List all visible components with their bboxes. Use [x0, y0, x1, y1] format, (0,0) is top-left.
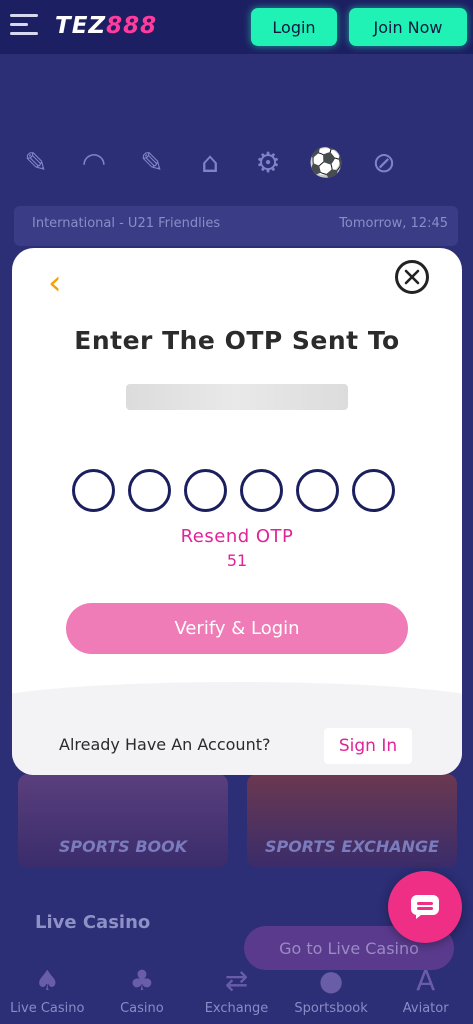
match-title: International - U21 Friendlies [32, 216, 221, 231]
login-button[interactable]: Login [251, 8, 337, 46]
hamburger-menu-icon[interactable] [10, 14, 40, 40]
otp-digit-2[interactable] [128, 469, 171, 512]
nav-live-casino[interactable]: ♠ Live Casino [0, 954, 95, 1024]
football-icon[interactable]: ⌂ [188, 140, 232, 184]
verify-login-button[interactable]: Verify & Login [66, 603, 408, 654]
match-card[interactable]: International - U21 Friendlies Tomorrow,… [14, 206, 458, 246]
exchange-icon: ⇄ [224, 964, 249, 997]
nav-sportsbook[interactable]: ● Sportsbook [284, 954, 379, 1024]
resend-otp-link[interactable]: Resend OTP [12, 526, 462, 547]
logo[interactable]: TEZ888 [55, 13, 157, 39]
cricket-icon[interactable]: ✎ [14, 140, 58, 184]
nav-label: Aviator [402, 1001, 449, 1016]
otp-modal: ‹ Enter The OTP Sent To Resend OTP 51 Ve… [12, 248, 462, 775]
nav-label: Sportsbook [294, 1001, 368, 1016]
already-account-text: Already Have An Account? [59, 735, 271, 754]
chips-icon: ♣ [129, 964, 155, 997]
sports-exchange-tile-label: SPORTS EXCHANGE [264, 837, 440, 856]
otp-digit-6[interactable] [352, 469, 395, 512]
cards-icon: ♠ [34, 964, 60, 997]
ball-icon: ● [318, 964, 344, 997]
logo-text-888: 888 [106, 13, 158, 39]
otp-digit-4[interactable] [240, 469, 283, 512]
otp-digit-1[interactable] [72, 469, 115, 512]
top-header: TEZ888 Login Join Now [0, 0, 473, 54]
bottom-nav: ♠ Live Casino ♣ Casino ⇄ Exchange ● Spor… [0, 954, 473, 1024]
live-casino-heading: Live Casino [35, 912, 151, 933]
match-time: Tomorrow, 12:45 [339, 216, 448, 231]
otp-digit-5[interactable] [296, 469, 339, 512]
modal-title: Enter The OTP Sent To [74, 326, 400, 355]
join-now-button[interactable]: Join Now [349, 8, 467, 46]
racket-icon[interactable]: ⊘ [362, 140, 406, 184]
sports-exchange-tile[interactable]: SPORTS EXCHANGE [247, 774, 457, 868]
nav-label: Exchange [204, 1001, 269, 1016]
soccer-ball-icon[interactable]: ⚽ [304, 140, 348, 184]
nav-label: Live Casino [10, 1001, 85, 1016]
logo-text-tez: TEZ [55, 13, 107, 39]
back-arrow-icon[interactable]: ‹ [48, 266, 62, 300]
nav-casino[interactable]: ♣ Casino [95, 954, 190, 1024]
support-icon[interactable]: ◠ [72, 140, 116, 184]
sportsbook-tile-label: SPORTS BOOK [58, 837, 188, 856]
sport-icon-row: ✎ ◠ ✎ ⌂ ⚙ ⚽ ⊘ [0, 140, 473, 186]
otp-input-row [72, 469, 395, 512]
otp-digit-3[interactable] [184, 469, 227, 512]
resend-timer: 51 [226, 551, 248, 570]
nav-label: Casino [120, 1001, 164, 1016]
close-icon[interactable] [395, 260, 429, 294]
tennis-icon[interactable]: ✎ [130, 140, 174, 184]
sportsbook-tile[interactable]: SPORTS BOOK [18, 774, 228, 868]
esports-icon[interactable]: ⚙ [246, 140, 290, 184]
masked-phone-number [126, 384, 348, 410]
chat-button[interactable] [388, 871, 462, 943]
nav-aviator[interactable]: A Aviator [378, 954, 473, 1024]
chat-icon [411, 895, 439, 919]
sign-in-link[interactable]: Sign In [324, 728, 412, 764]
aviator-icon: A [416, 964, 436, 997]
nav-exchange[interactable]: ⇄ Exchange [189, 954, 284, 1024]
